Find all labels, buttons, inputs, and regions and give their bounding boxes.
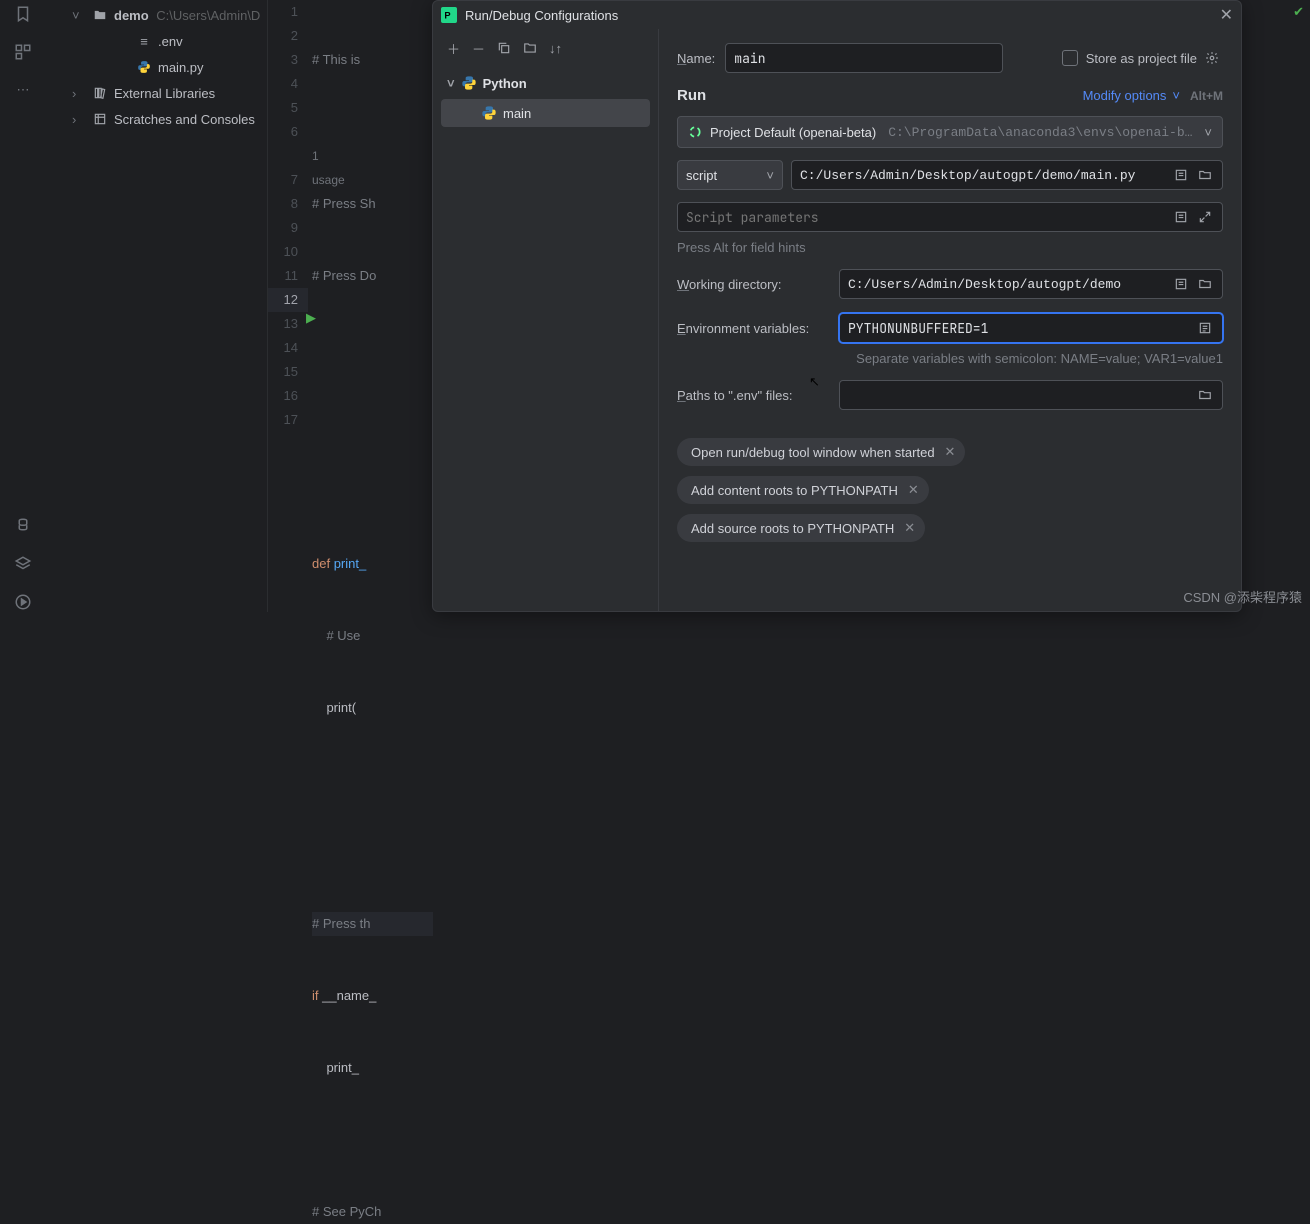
more-icon[interactable]: ⋯ — [13, 80, 33, 100]
tree-node-extlib[interactable]: › External Libraries — [46, 80, 267, 106]
layers-icon[interactable] — [13, 554, 33, 574]
script-params-field[interactable] — [686, 209, 1168, 226]
tree-node-demo[interactable]: ˅ demo C:\Users\Admin\D — [46, 2, 267, 28]
inline-icon[interactable] — [1174, 210, 1192, 224]
env-file-icon: ≡ — [136, 33, 152, 49]
chevron-down-icon[interactable]: ˅ — [1204, 125, 1212, 140]
interpreter-icon — [688, 125, 702, 139]
chevron-right-icon[interactable]: › — [72, 86, 86, 101]
tree-label: main.py — [158, 60, 204, 75]
browse-folder-icon[interactable] — [1198, 277, 1216, 291]
alt-hint: Press Alt for field hints — [677, 240, 1223, 255]
editor[interactable]: 1 2 3 4 5 6 1 usage 7 8 9 10 11 12 13 14… — [267, 0, 432, 612]
chip-source-roots[interactable]: Add source roots to PYTHONPATH✕ — [677, 514, 925, 542]
config-group-python[interactable]: ˅ Python — [441, 69, 650, 97]
add-config-button[interactable]: ＋ — [447, 39, 460, 58]
run-gutter-icon[interactable]: ▶ — [306, 310, 316, 326]
inspection-ok-icon[interactable]: ✔ — [1293, 4, 1304, 20]
library-icon — [92, 85, 108, 101]
chip-open-tool-window[interactable]: Open run/debug tool window when started✕ — [677, 438, 965, 466]
script-params-wrap — [677, 202, 1223, 232]
mouse-cursor: ↖ — [809, 374, 820, 390]
tree-label: Scratches and Consoles — [114, 112, 255, 127]
store-as-project-checkbox[interactable]: Store as project file — [1062, 50, 1223, 66]
env-vars-field[interactable] — [848, 320, 1192, 337]
dialog-titlebar[interactable]: P Run/Debug Configurations ✕ — [433, 1, 1241, 29]
name-field[interactable] — [725, 43, 1003, 73]
python-console-icon[interactable] — [13, 516, 33, 536]
working-dir-field[interactable] — [848, 277, 1168, 292]
python-icon — [481, 105, 497, 121]
copy-config-button[interactable] — [497, 41, 511, 55]
chevron-down-icon: ˅ — [1172, 88, 1180, 103]
browse-folder-icon[interactable] — [1198, 388, 1216, 402]
remove-chip-icon[interactable]: ✕ — [908, 482, 919, 498]
inline-icon[interactable] — [1174, 277, 1192, 291]
tree-node-env[interactable]: ≡ .env — [46, 28, 267, 54]
tree-node-mainpy[interactable]: main.py — [46, 54, 267, 80]
config-item-main[interactable]: main — [441, 99, 650, 127]
tree-label: demo C:\Users\Admin\D — [114, 8, 260, 23]
app-icon: P — [441, 7, 457, 23]
dotenv-field[interactable] — [848, 388, 1192, 403]
watermark: CSDN @添柴程序猿 — [1183, 587, 1302, 606]
working-dir-label: Working directory: — [677, 277, 829, 292]
project-tree[interactable]: ˅ demo C:\Users\Admin\D ≡ .env main.py ›… — [46, 0, 267, 612]
services-icon[interactable] — [13, 592, 33, 612]
structure-icon[interactable] — [13, 42, 33, 62]
code[interactable]: # This is # Press Sh # Press Do def prin… — [312, 0, 433, 1224]
tree-label: External Libraries — [114, 86, 215, 101]
remove-chip-icon[interactable]: ✕ — [904, 520, 915, 536]
script-path-field-wrap — [791, 160, 1223, 190]
list-icon[interactable] — [1198, 321, 1216, 335]
checkbox-icon[interactable] — [1062, 50, 1078, 66]
run-section-header: Run Modify options ˅ Alt+M — [677, 87, 1223, 104]
svg-text:P: P — [444, 10, 450, 20]
bookmark-icon[interactable] — [13, 4, 33, 24]
dialog-title: Run/Debug Configurations — [465, 8, 618, 23]
python-icon — [461, 75, 477, 91]
script-path-field[interactable] — [800, 168, 1168, 183]
sort-button[interactable]: ↓↑ — [549, 41, 562, 56]
config-form: Name: Store as project file Run Modify o… — [659, 29, 1241, 611]
name-label: Name: — [677, 51, 715, 66]
remove-config-button[interactable]: － — [472, 39, 485, 58]
interpreter-combo[interactable]: Project Default (openai-beta) C:\Program… — [677, 116, 1223, 148]
chevron-down-icon: ˅ — [766, 168, 774, 183]
chip-content-roots[interactable]: Add content roots to PYTHONPATH✕ — [677, 476, 929, 504]
modify-options-link[interactable]: Modify options ˅ — [1083, 88, 1180, 103]
config-tree-panel: ＋ － ↓↑ ˅ Python main — [433, 29, 659, 611]
option-chips: Open run/debug tool window when started✕… — [677, 438, 1223, 542]
remove-chip-icon[interactable]: ✕ — [945, 444, 956, 460]
env-vars-hint: Separate variables with semicolon: NAME=… — [839, 351, 1223, 366]
dotenv-label: Paths to ".env" files: — [677, 388, 829, 403]
tree-node-scratch[interactable]: › Scratches and Consoles — [46, 106, 267, 132]
env-vars-label: Environment variables: — [677, 321, 829, 336]
run-debug-dialog: P Run/Debug Configurations ✕ ＋ － ↓↑ ˅ Py… — [432, 0, 1242, 612]
chevron-right-icon[interactable]: › — [72, 112, 86, 127]
chevron-down-icon[interactable]: ˅ — [72, 8, 86, 23]
script-type-combo[interactable]: script ˅ — [677, 160, 783, 190]
gutter: 1 2 3 4 5 6 1 usage 7 8 9 10 11 12 13 14… — [268, 0, 308, 432]
inline-icon[interactable] — [1174, 168, 1192, 182]
close-icon[interactable]: ✕ — [1220, 5, 1233, 25]
folder-icon — [92, 7, 108, 23]
save-template-button[interactable] — [523, 41, 537, 55]
chevron-down-icon[interactable]: ˅ — [447, 76, 455, 91]
expand-icon[interactable] — [1198, 210, 1216, 224]
scratch-icon — [92, 111, 108, 127]
browse-folder-icon[interactable] — [1198, 168, 1216, 182]
left-tool-rail: ⋯ — [0, 0, 46, 612]
python-file-icon — [136, 59, 152, 75]
config-toolbar: ＋ － ↓↑ — [441, 35, 650, 61]
gear-icon[interactable] — [1205, 51, 1223, 65]
tree-label: .env — [158, 34, 183, 49]
